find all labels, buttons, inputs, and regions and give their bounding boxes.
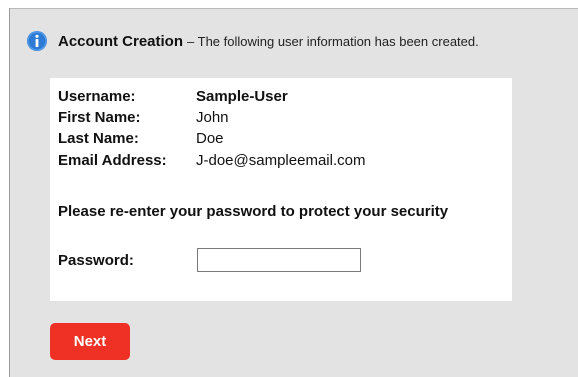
info-icon bbox=[27, 31, 47, 51]
user-info-card: Username: Sample-User First Name: John L… bbox=[50, 78, 512, 301]
password-prompt: Please re-enter your password to protect… bbox=[58, 203, 449, 220]
email-row: Email Address: J-doe@sampleemail.com bbox=[58, 152, 365, 170]
next-button[interactable]: Next bbox=[50, 323, 130, 360]
first-name-value: John bbox=[196, 109, 229, 126]
username-value: Sample-User bbox=[196, 88, 288, 105]
username-label: Username: bbox=[58, 88, 136, 105]
notice-title: Account Creation bbox=[58, 32, 184, 50]
last-name-row: Last Name: Doe bbox=[58, 130, 224, 148]
last-name-label: Last Name: bbox=[58, 130, 139, 147]
email-label: Email Address: bbox=[58, 152, 167, 169]
password-input[interactable] bbox=[197, 248, 361, 272]
password-label: Password: bbox=[58, 251, 134, 269]
username-row: Username: Sample-User bbox=[58, 88, 288, 106]
notice-message: – The following user information has bee… bbox=[187, 33, 479, 49]
last-name-value: Doe bbox=[196, 130, 224, 147]
password-row: Password: bbox=[58, 248, 361, 272]
page: Account Creation – The following user in… bbox=[0, 0, 578, 377]
first-name-row: First Name: John bbox=[58, 109, 229, 127]
first-name-label: First Name: bbox=[58, 109, 141, 126]
email-value: J-doe@sampleemail.com bbox=[196, 152, 366, 169]
account-creation-notice: Account Creation – The following user in… bbox=[27, 31, 479, 51]
